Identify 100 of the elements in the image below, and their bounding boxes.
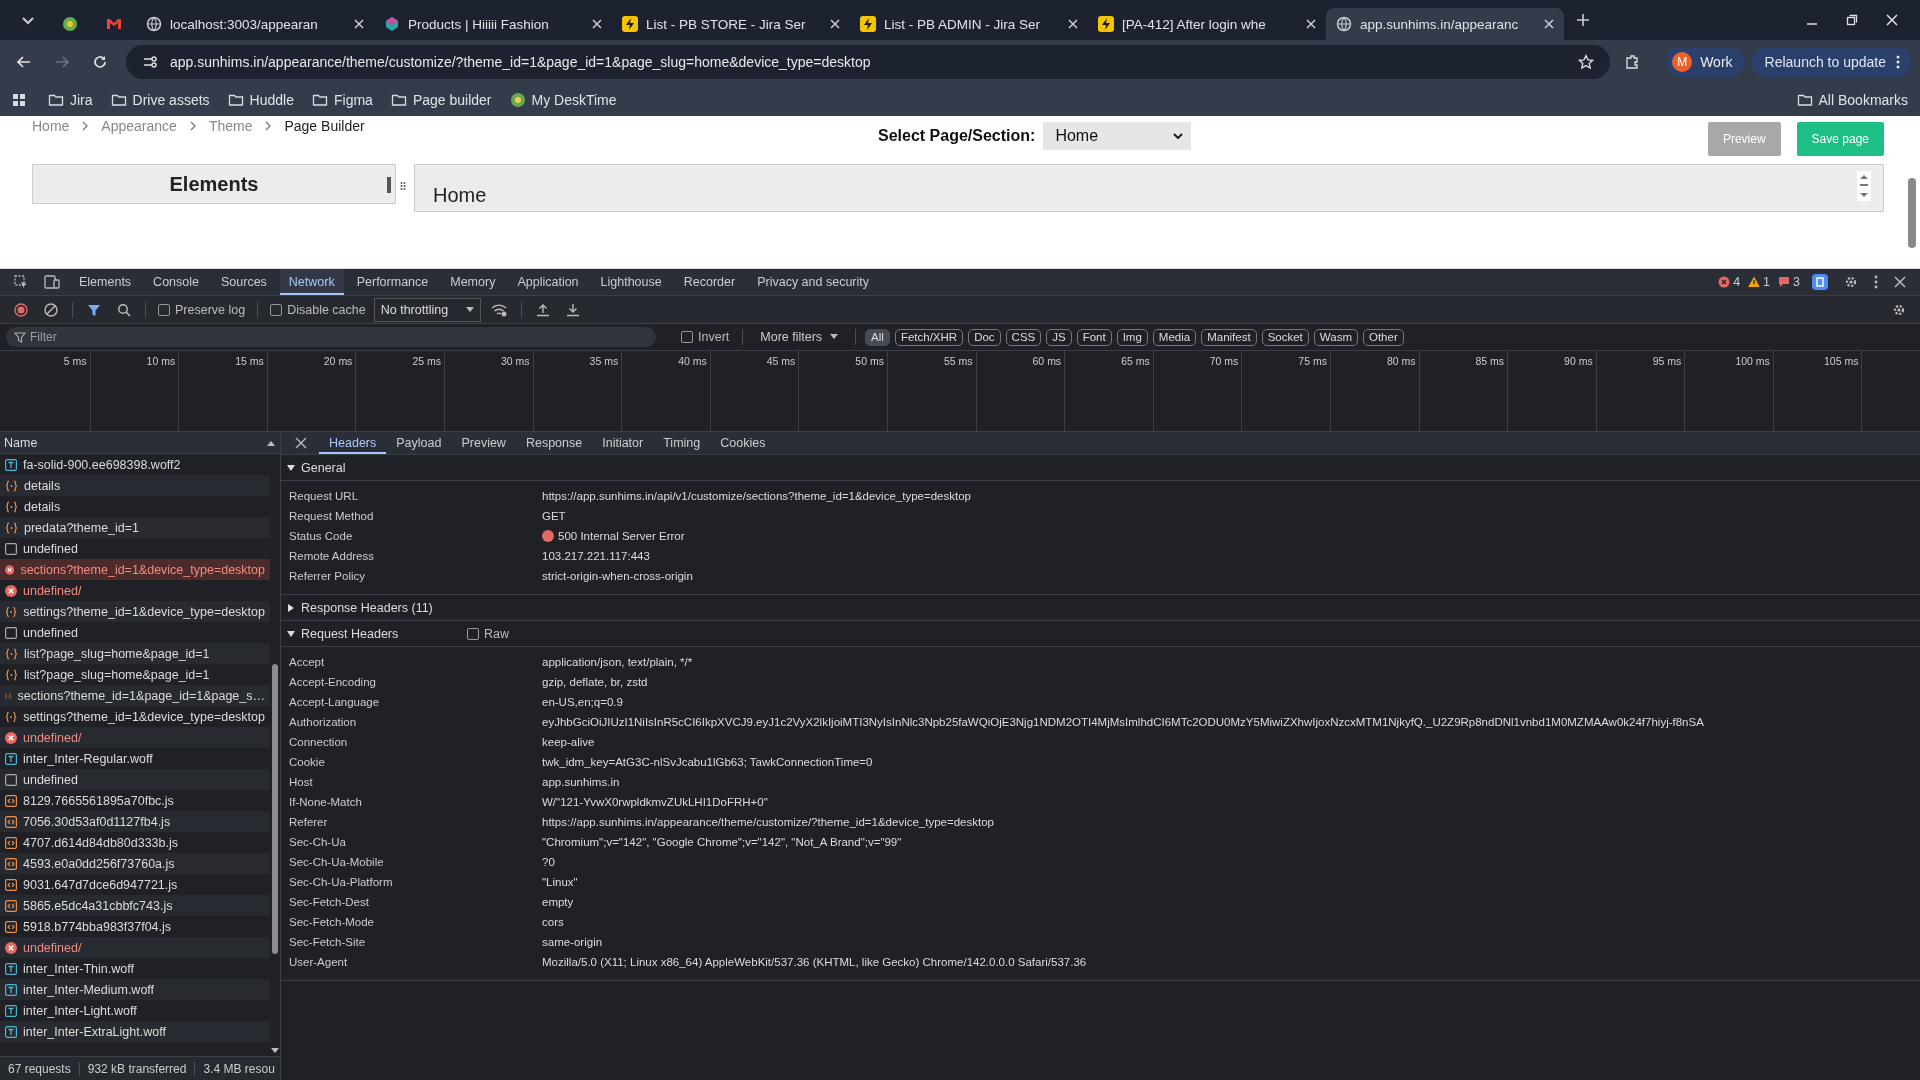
menu-icon[interactable] [1896, 55, 1900, 69]
filter-chip[interactable]: Font [1076, 328, 1112, 346]
browser-tab[interactable]: List - PB ADMIN - Jira Ser [850, 8, 1088, 40]
devtools-tab[interactable]: Recorder [674, 269, 745, 295]
close-icon[interactable] [1886, 14, 1898, 26]
site-settings-icon[interactable] [142, 54, 158, 70]
download-icon[interactable] [566, 302, 581, 317]
close-icon[interactable] [1306, 19, 1316, 29]
extensions-icon[interactable] [1624, 54, 1641, 70]
filter-chip[interactable]: Img [1116, 328, 1148, 346]
detail-tab[interactable]: Preview [451, 432, 516, 454]
request-row[interactable]: inter_Inter-Medium.woff [0, 979, 270, 1000]
filter-chip[interactable]: Wasm [1313, 328, 1358, 346]
relaunch-button[interactable]: Relaunch to update [1750, 47, 1912, 77]
filter-chip[interactable]: CSS [1005, 328, 1042, 346]
reload-icon[interactable] [92, 54, 108, 70]
request-row[interactable]: undefined [0, 769, 270, 790]
address-bar[interactable]: app.sunhims.in/appearance/theme/customize/?theme_id=1&page_id=1&page_slug=home&device_type=desktop [126, 45, 1611, 79]
more-filters-button[interactable]: More filters [752, 330, 847, 344]
close-icon[interactable] [1068, 19, 1078, 29]
request-row[interactable]: 4593.e0a0dd256f73760a.js [0, 853, 270, 874]
devtools-tab[interactable]: Console [144, 269, 208, 295]
section-header[interactable]: General [287, 460, 463, 475]
apps-icon[interactable] [12, 93, 26, 107]
bookmark[interactable]: All Bookmarks [1796, 92, 1908, 108]
browser-tab[interactable]: app.sunhims.in/appearanc [1326, 8, 1564, 40]
filter-chip[interactable]: Fetch/XHR [894, 328, 964, 346]
devtools-tab[interactable]: Performance [347, 269, 438, 295]
bookmark[interactable]: Huddle [227, 92, 294, 108]
throttling-select[interactable]: No throttling [373, 297, 482, 322]
detail-tab[interactable]: Payload [386, 432, 452, 454]
close-icon[interactable] [1544, 19, 1554, 29]
close-icon[interactable] [295, 437, 307, 449]
scrollbar-thumb[interactable] [1908, 178, 1916, 248]
settings-icon[interactable] [1844, 275, 1858, 289]
breadcrumb-link[interactable]: Home [32, 118, 70, 134]
checkbox[interactable]: Raw [467, 626, 509, 641]
star-icon[interactable] [1578, 54, 1595, 70]
devtools-tab[interactable]: Lighthouse [591, 269, 671, 295]
filter-chip[interactable]: Manifest [1201, 328, 1257, 346]
profile-button[interactable]: M Work [1666, 47, 1745, 77]
scroll-arrows-icon[interactable] [1857, 171, 1871, 201]
request-row[interactable]: predata?theme_id=1 [0, 517, 270, 538]
section-header[interactable]: Response Headers (11) [287, 600, 463, 615]
filter-chip[interactable]: All [865, 328, 890, 346]
checkbox[interactable]: Invert [681, 330, 730, 344]
filter-chip[interactable]: Socket [1261, 328, 1309, 346]
drag-handle-icon[interactable] [400, 181, 406, 191]
network-conditions-icon[interactable] [491, 302, 508, 317]
browser-tab[interactable]: List - PB STORE - Jira Ser [612, 8, 850, 40]
devtools-tab[interactable]: Elements [70, 269, 141, 295]
request-row[interactable]: sections?theme_id=1&page_id=1&page_s… [0, 685, 270, 706]
devtools-tab[interactable]: Privacy and security [748, 269, 878, 295]
search-icon[interactable] [117, 302, 131, 317]
restore-icon[interactable] [1846, 14, 1858, 26]
scrollbar-thumb[interactable] [272, 664, 278, 954]
detail-tab[interactable]: Cookies [710, 432, 776, 454]
checkbox[interactable]: Disable cache [270, 302, 366, 317]
breadcrumb-link[interactable]: Theme [208, 118, 253, 134]
record-icon[interactable] [14, 302, 28, 317]
detail-tab[interactable]: Headers [319, 432, 387, 454]
upload-icon[interactable] [536, 302, 551, 317]
close-icon[interactable] [354, 19, 364, 29]
count-badge[interactable]: 4 [1718, 275, 1741, 289]
detail-tab[interactable]: Initiator [592, 432, 654, 454]
section-header[interactable]: Request Headers [287, 626, 463, 641]
scroll-down-icon[interactable] [271, 1048, 279, 1054]
menu-icon[interactable] [1874, 275, 1878, 289]
request-row[interactable]: inter_Inter-ExtraLight.woff [0, 1021, 270, 1042]
ai-assistance-icon[interactable] [1812, 274, 1828, 290]
detail-tab[interactable]: Timing [653, 432, 711, 454]
detail-tab[interactable]: Response [515, 432, 593, 454]
bookmark[interactable]: Jira [48, 92, 93, 108]
page-select[interactable]: Home [1043, 122, 1192, 150]
browser-tab[interactable]: Products | Hiiiii Fashion [374, 8, 612, 40]
bookmark[interactable]: Page builder [390, 92, 492, 108]
filter-chip[interactable]: Other [1362, 328, 1404, 346]
request-row[interactable]: undefined/ [0, 727, 270, 748]
close-icon[interactable] [830, 19, 840, 29]
request-row[interactable]: list?page_slug=home&page_id=1 [0, 643, 270, 664]
request-row[interactable]: sections?theme_id=1&device_type=desktop [0, 559, 270, 580]
request-row[interactable]: 5865.e5dc4a31cbbfc743.js [0, 895, 270, 916]
close-icon[interactable] [1894, 276, 1906, 288]
close-icon[interactable] [592, 19, 602, 29]
settings-icon[interactable] [1892, 302, 1906, 317]
count-badge[interactable]: 3 [1778, 275, 1800, 289]
devtools-tab[interactable]: Memory [441, 269, 505, 295]
filter-icon[interactable] [87, 302, 101, 317]
request-row[interactable]: settings?theme_id=1&device_type=desktop [0, 601, 270, 622]
breadcrumb-link[interactable]: Appearance [101, 118, 177, 134]
filter-chip[interactable]: Doc [968, 328, 1001, 346]
checkbox[interactable]: Preserve log [158, 302, 246, 317]
devtools-tab[interactable]: Sources [212, 269, 276, 295]
bookmark[interactable]: Drive assets [110, 92, 210, 108]
new-tab-icon[interactable] [1576, 13, 1590, 27]
request-row[interactable]: details [0, 475, 270, 496]
devtools-tab[interactable]: Application [508, 269, 588, 295]
browser-tab[interactable]: [PA-412] After login whe [1088, 8, 1326, 40]
bookmark[interactable]: Figma [311, 92, 373, 108]
resize-handle[interactable] [387, 177, 391, 193]
